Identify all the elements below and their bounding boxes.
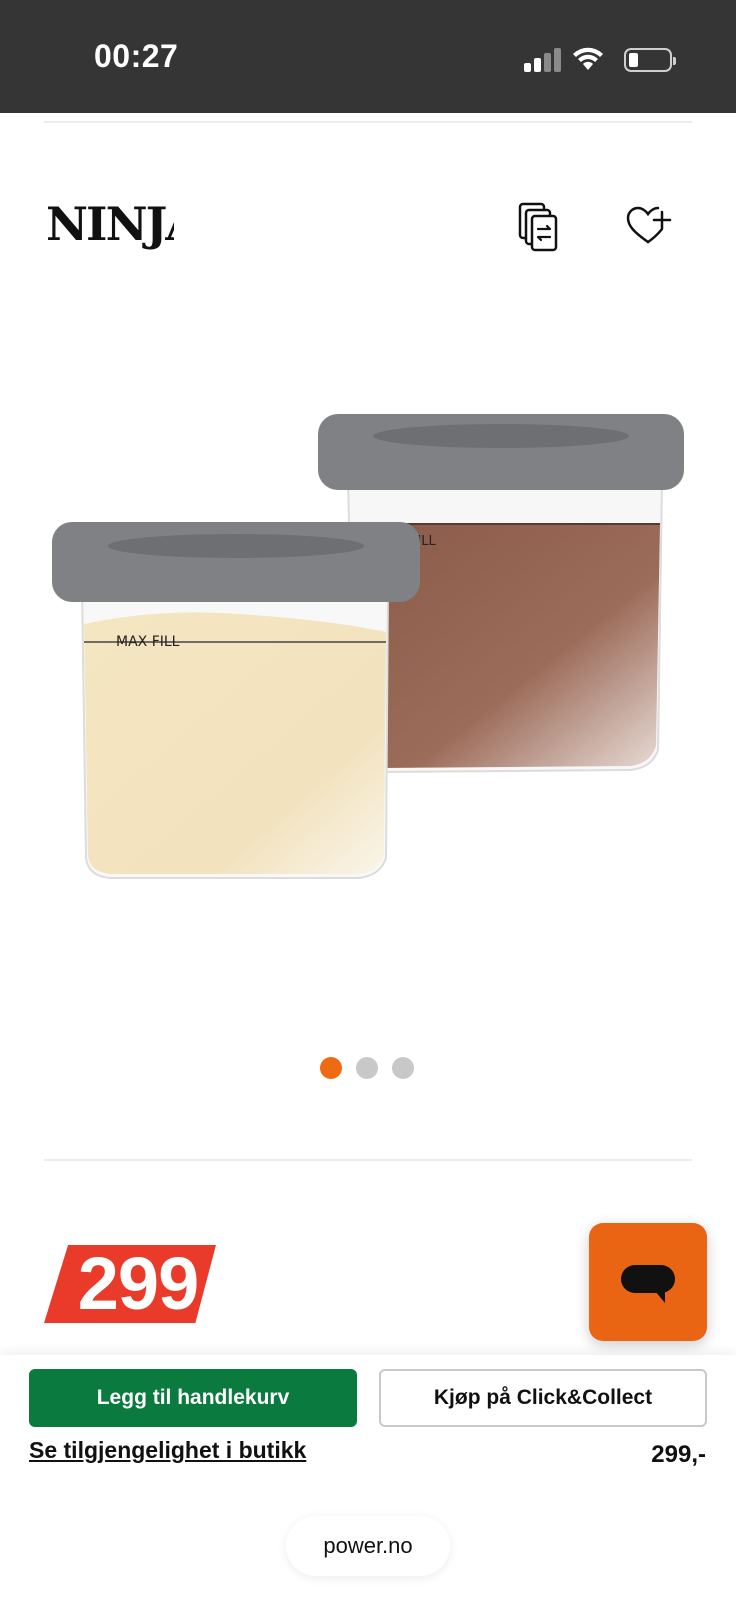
compare-icon xyxy=(518,202,558,252)
front-max-fill-label: MAX FILL xyxy=(116,634,180,650)
wifi-icon xyxy=(573,47,603,70)
battery-icon xyxy=(624,48,676,72)
status-icons xyxy=(522,44,676,76)
chat-icon-tail xyxy=(655,1291,665,1303)
carousel-dot-2[interactable] xyxy=(356,1057,378,1079)
divider xyxy=(44,1159,692,1161)
price-value: 299 xyxy=(77,1242,199,1325)
browser-address-bar[interactable]: power.no xyxy=(286,1516,450,1576)
carousel-dot-1[interactable] xyxy=(320,1057,342,1079)
signal-bar-1 xyxy=(524,63,531,72)
carousel-dot-3[interactable] xyxy=(392,1057,414,1079)
heart-plus-icon xyxy=(626,206,672,244)
signal-bar-4 xyxy=(554,48,561,72)
signal-bar-3 xyxy=(544,53,551,72)
sticky-price: 299,- xyxy=(651,1441,706,1468)
ice-cream-pints-image: FILL MAX FILL xyxy=(52,414,684,879)
status-time: 00:27 xyxy=(94,38,179,74)
signal-bar-2 xyxy=(534,58,541,72)
click-and-collect-button[interactable]: Kjøp på Click&Collect xyxy=(379,1369,707,1427)
image-carousel-dots xyxy=(320,1057,414,1079)
add-to-cart-button[interactable]: Legg til handlekurv xyxy=(29,1369,357,1427)
chat-button[interactable] xyxy=(589,1223,707,1341)
add-to-wishlist-button[interactable] xyxy=(620,198,676,254)
ninja-logo-image: NINJA xyxy=(46,197,204,251)
status-bar: 00:27 xyxy=(0,0,736,113)
product-image[interactable]: FILL MAX FILL xyxy=(40,400,696,900)
divider xyxy=(44,121,692,123)
chat-icon xyxy=(621,1265,675,1293)
store-availability-link[interactable]: Se tilgjengelighet i butikk xyxy=(29,1437,306,1464)
price-badge: 299 xyxy=(44,1245,216,1323)
svg-text:NINJA: NINJA xyxy=(46,197,174,251)
compare-button[interactable] xyxy=(512,198,568,254)
brand-logo[interactable]: NINJA xyxy=(44,192,204,256)
